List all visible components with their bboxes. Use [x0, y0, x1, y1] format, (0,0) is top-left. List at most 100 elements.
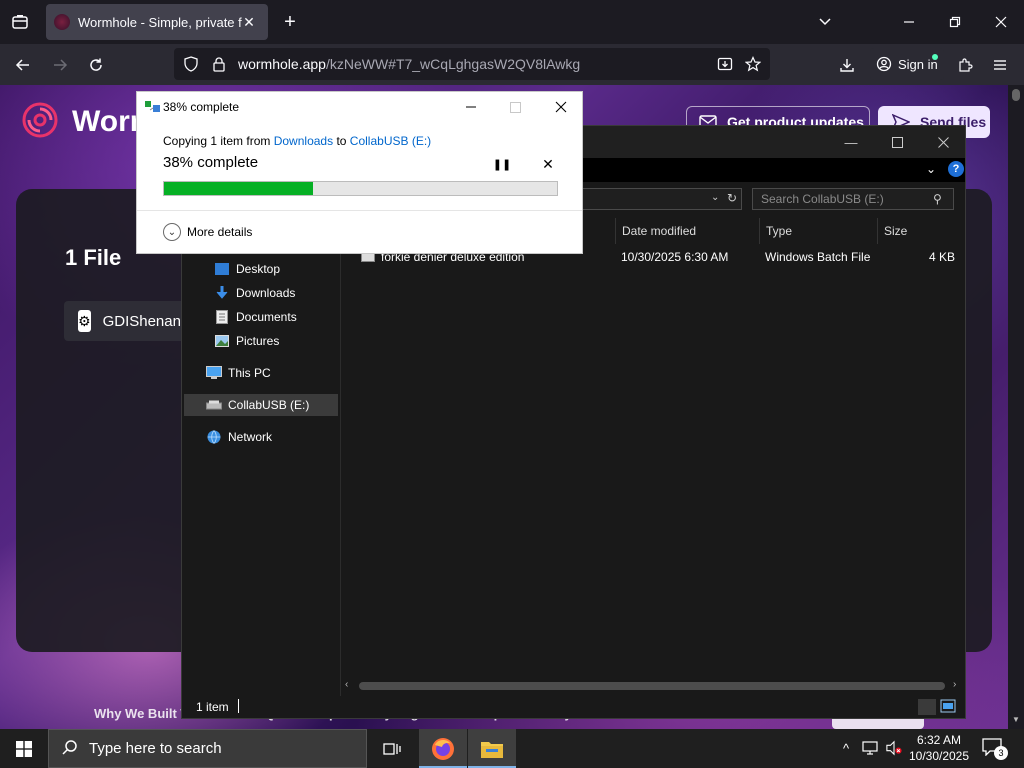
- forward-arrow-icon[interactable]: [47, 52, 73, 78]
- nav-item-collabusb[interactable]: CollabUSB (E:): [184, 394, 338, 416]
- firefox-taskbar-icon[interactable]: [419, 729, 467, 768]
- usb-drive-icon: [206, 398, 222, 412]
- scrollbar-thumb[interactable]: [1012, 89, 1020, 101]
- downloads-icon[interactable]: [834, 52, 860, 78]
- network-tray-icon[interactable]: [862, 740, 878, 756]
- minimize-icon[interactable]: [896, 10, 922, 34]
- page-scrollbar[interactable]: ▼: [1008, 85, 1024, 729]
- close-window-icon[interactable]: [988, 10, 1014, 34]
- nav-label-documents: Documents: [236, 310, 297, 324]
- desktop-folder-icon: [214, 262, 230, 276]
- search-icon: ⚲: [933, 192, 942, 206]
- task-view-icon[interactable]: [368, 729, 416, 768]
- explorer-search-input[interactable]: Search CollabUSB (E:) ⚲: [752, 188, 954, 210]
- copy-dialog-icon: [145, 101, 160, 113]
- large-icons-view-icon[interactable]: [940, 699, 958, 715]
- active-tab[interactable]: Wormhole - Simple, private file ✕: [46, 4, 268, 40]
- copy-to-word: to: [336, 134, 347, 148]
- copy-description: Copying 1 item from Downloads to CollabU…: [163, 134, 431, 148]
- url-bar[interactable]: wormhole.app/kzNeWW#T7_wCqLghgasW2QV8lAw…: [174, 48, 770, 80]
- explorer-minimize-icon[interactable]: —: [838, 132, 864, 152]
- file-list-pane: Date modified Type Size forkie denier de…: [341, 216, 965, 696]
- nav-label-pictures: Pictures: [236, 334, 280, 348]
- status-bar: 1 item: [182, 696, 965, 718]
- pause-icon[interactable]: ❚❚: [493, 156, 511, 172]
- tab-close-icon[interactable]: ✕: [240, 13, 258, 31]
- list-all-tabs-icon[interactable]: [8, 10, 32, 34]
- more-details-label: More details: [187, 225, 253, 239]
- taskbar-search-placeholder: Type here to search: [89, 740, 222, 757]
- nav-label-this-pc: This PC: [228, 366, 271, 380]
- copy-progress-bar: [163, 181, 558, 196]
- reload-icon[interactable]: [83, 52, 109, 78]
- item-count: 1 item: [196, 700, 229, 714]
- expand-chevron-icon: ⌄: [163, 223, 181, 241]
- documents-folder-icon: [214, 310, 230, 324]
- explorer-close-icon[interactable]: [930, 132, 956, 152]
- nav-label-collabusb: CollabUSB (E:): [228, 398, 310, 412]
- install-app-icon[interactable]: [716, 55, 734, 73]
- ribbon-expand-chevron-icon[interactable]: ⌄: [926, 162, 936, 176]
- address-dropdown-icon[interactable]: ⌄: [711, 192, 719, 203]
- url-text[interactable]: wormhole.app/kzNeWW#T7_wCqLghgasW2QV8lAw…: [238, 56, 580, 72]
- new-tab-icon[interactable]: +: [278, 10, 302, 34]
- cancel-copy-icon[interactable]: ✕: [539, 155, 557, 173]
- wormhole-logo-icon[interactable]: [20, 100, 60, 140]
- search-icon: [61, 739, 79, 762]
- sign-in-button[interactable]: Sign in: [870, 48, 944, 80]
- copy-progress-dialog: 38% complete Copying 1 item from Downloa…: [136, 91, 583, 254]
- gear-file-icon: ⚙: [78, 310, 91, 332]
- refresh-icon[interactable]: ↻: [727, 191, 737, 205]
- explorer-maximize-icon[interactable]: [884, 132, 910, 152]
- destination-folder-link[interactable]: CollabUSB (E:): [350, 134, 431, 148]
- nav-label-desktop: Desktop: [236, 262, 281, 276]
- column-header-type[interactable]: Type: [759, 218, 877, 244]
- taskbar-search-input[interactable]: Type here to search: [48, 729, 367, 768]
- menu-hamburger-icon[interactable]: [987, 52, 1013, 78]
- extensions-icon[interactable]: [952, 52, 978, 78]
- column-header-date[interactable]: Date modified: [615, 218, 759, 244]
- tab-title: Wormhole - Simple, private file: [78, 14, 242, 30]
- tab-overflow-chevron-icon[interactable]: [812, 10, 838, 34]
- network-icon: [206, 430, 222, 444]
- action-center-icon[interactable]: 3: [982, 738, 1008, 760]
- windows-taskbar: Type here to search ^ 6:32 AM 10/30/2025…: [0, 729, 1024, 768]
- scroll-left-arrow-icon[interactable]: ‹: [345, 679, 348, 690]
- back-arrow-icon[interactable]: [10, 52, 36, 78]
- explorer-search-placeholder: Search CollabUSB (E:): [761, 192, 884, 206]
- bookmark-star-icon[interactable]: [744, 55, 762, 73]
- start-windows-icon[interactable]: [0, 729, 48, 768]
- copy-dialog-minimize-icon[interactable]: [459, 97, 483, 117]
- shield-icon[interactable]: [182, 55, 200, 73]
- status-separator: [238, 699, 239, 713]
- system-clock[interactable]: 6:32 AM 10/30/2025: [904, 732, 974, 764]
- scroll-down-arrow-icon[interactable]: ▼: [1012, 715, 1020, 724]
- nav-item-network[interactable]: Network: [206, 426, 360, 448]
- pictures-folder-icon: [214, 334, 230, 348]
- volume-muted-icon[interactable]: [886, 740, 902, 756]
- scroll-right-arrow-icon[interactable]: ›: [953, 679, 956, 690]
- lock-icon[interactable]: [210, 55, 228, 73]
- nav-item-this-pc[interactable]: This PC: [206, 362, 360, 384]
- tray-overflow-chevron-icon[interactable]: ^: [838, 740, 854, 756]
- file-explorer-taskbar-icon[interactable]: [468, 729, 516, 768]
- more-details-button[interactable]: ⌄ More details: [163, 223, 252, 241]
- account-icon: [876, 56, 892, 72]
- copy-dialog-maximize-icon: [503, 97, 527, 117]
- details-view-icon[interactable]: [918, 699, 936, 715]
- restore-icon[interactable]: [942, 10, 968, 34]
- copy-dialog-close-icon[interactable]: [549, 97, 573, 117]
- column-header-size[interactable]: Size: [877, 218, 957, 244]
- downloads-folder-icon: [214, 286, 230, 300]
- help-icon[interactable]: ?: [948, 161, 964, 177]
- notification-count-badge: 3: [994, 746, 1008, 760]
- notification-dot: [932, 54, 938, 60]
- scrollbar-track[interactable]: [359, 682, 945, 690]
- copy-prefix: Copying 1 item from: [163, 134, 271, 148]
- horizontal-scrollbar[interactable]: ‹ ›: [341, 678, 965, 694]
- clock-date: 10/30/2025: [908, 749, 970, 763]
- url-path: /kzNeWW#T7_wCqLghgasW2QV8lAwkg: [325, 56, 581, 72]
- file-row-type: Windows Batch File: [765, 250, 871, 264]
- navigation-pane: Desktop 📌 Downloads 📌 Documents 📌 Pictur…: [182, 216, 364, 696]
- source-folder-link[interactable]: Downloads: [274, 134, 333, 148]
